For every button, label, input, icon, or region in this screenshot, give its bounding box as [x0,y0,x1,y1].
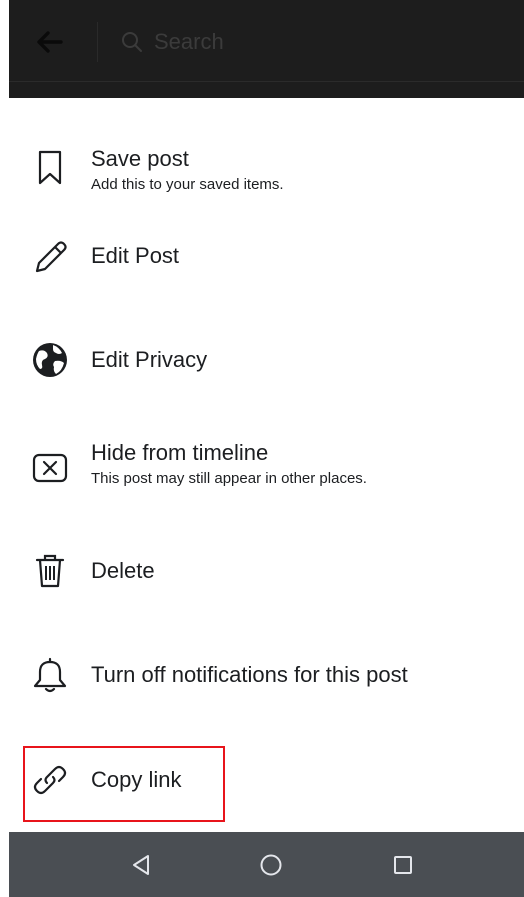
nav-back-button[interactable] [128,852,154,878]
trash-icon [30,551,70,591]
hide-from-timeline-item[interactable]: Hide from timeline This post may still a… [9,432,524,532]
nav-recents-button[interactable] [390,852,416,878]
dimmed-header [9,0,524,98]
bookmark-icon [30,148,70,188]
menu-item-title: Turn off notifications for this post [91,662,408,687]
link-icon [30,760,70,800]
save-post-text: Save post Add this to your saved items. [91,146,284,195]
search-bar [9,0,524,82]
menu-item-subtitle: Add this to your saved items. [91,176,284,193]
menu-item-title: Copy link [91,767,182,792]
back-triangle-icon [133,855,149,875]
edit-post-item[interactable]: Edit Post [9,206,524,306]
back-button[interactable] [35,30,63,54]
save-post-item[interactable]: Save post Add this to your saved items. [9,118,524,218]
menu-item-title: Edit Privacy [91,347,208,372]
turn-off-notifications-item[interactable]: Turn off notifications for this post [9,625,524,725]
menu-item-title: Delete [91,558,155,583]
bell-icon [30,655,70,695]
post-options-menu: Save post Add this to your saved items. … [9,98,524,832]
globe-icon [30,340,70,380]
copy-link-text: Copy link [91,767,181,793]
arrow-left-icon [37,31,63,53]
menu-item-title: Save post [91,146,189,171]
menu-item-subtitle: This post may still appear in other plac… [91,470,367,487]
search-icon [122,32,142,52]
turn-off-notifications-text: Turn off notifications for this post [91,662,408,688]
search-box[interactable] [97,22,507,62]
edit-privacy-item[interactable]: Edit Privacy [9,310,524,410]
delete-item[interactable]: Delete [9,521,524,621]
screen: Save post Add this to your saved items. … [9,0,524,897]
home-circle-icon [260,854,282,876]
pencil-icon [30,236,70,276]
search-input[interactable] [154,29,454,55]
menu-item-title: Hide from timeline [91,440,269,465]
copy-link-item[interactable]: Copy link [9,730,524,830]
menu-item-title: Edit Post [91,243,180,268]
edit-post-text: Edit Post [91,243,179,269]
nav-home-button[interactable] [258,852,284,878]
edit-privacy-text: Edit Privacy [91,347,207,373]
recents-square-icon [394,856,412,874]
android-nav-bar [9,832,524,897]
hide-from-timeline-text: Hide from timeline This post may still a… [91,440,367,489]
delete-text: Delete [91,558,155,584]
close-box-icon [30,448,70,488]
